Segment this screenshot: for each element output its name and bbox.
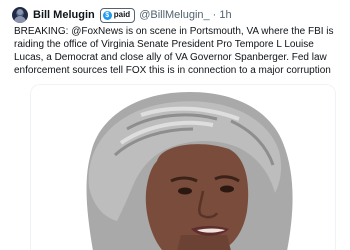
tweet-text: BREAKING: @FoxNews is on scene in Portsm… xyxy=(14,26,334,76)
author-handle[interactable]: @BillMelugin_ xyxy=(139,9,209,21)
post-time[interactable]: 1h xyxy=(219,9,231,21)
author-name[interactable]: Bill Melugin xyxy=(33,9,95,21)
avatar-head xyxy=(17,9,23,15)
dollar-icon: $ xyxy=(102,10,112,20)
tweet-header: Bill Melugin $ paid @BillMelugin_ · 1h xyxy=(33,7,232,23)
avatar[interactable] xyxy=(12,7,28,23)
tweet-card: Bill Melugin $ paid @BillMelugin_ · 1h B… xyxy=(0,0,350,250)
header-separator: · xyxy=(212,9,217,21)
avatar-body xyxy=(14,16,26,23)
neck xyxy=(177,235,231,250)
tweet-photo[interactable] xyxy=(30,84,336,250)
left-eye xyxy=(178,187,192,195)
right-eye xyxy=(220,185,234,193)
paid-badge-label: paid xyxy=(113,10,131,19)
photo-portrait xyxy=(31,85,335,250)
face xyxy=(145,144,249,250)
paid-badge[interactable]: $ paid xyxy=(99,7,136,23)
